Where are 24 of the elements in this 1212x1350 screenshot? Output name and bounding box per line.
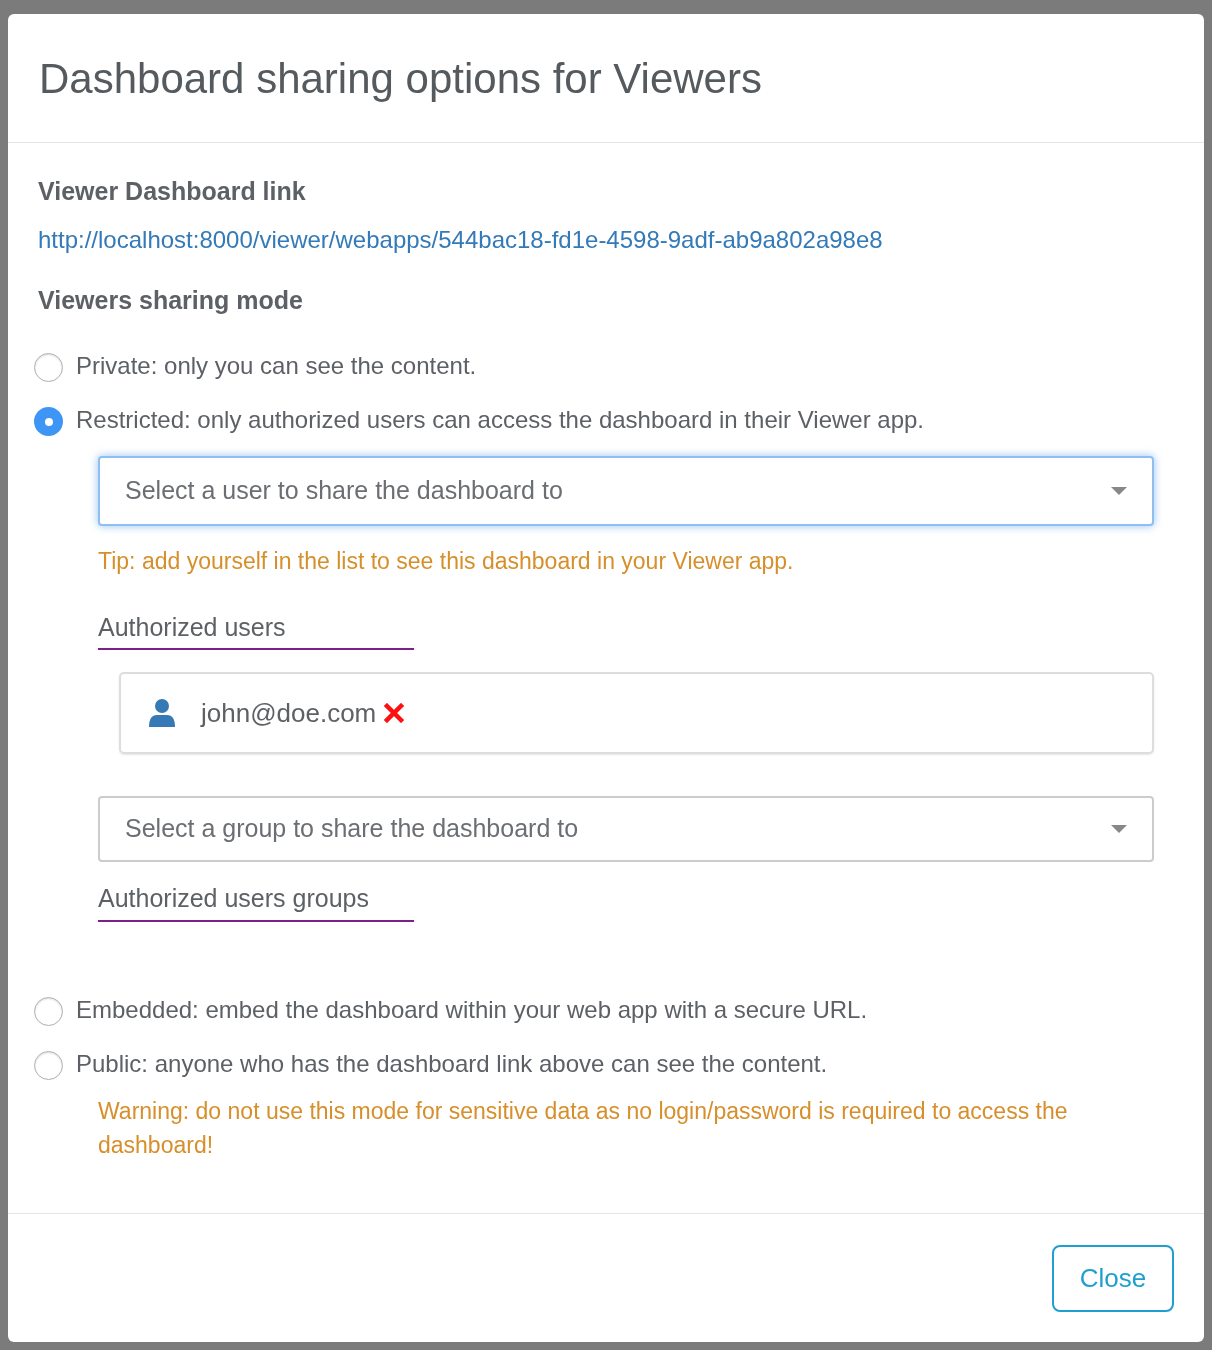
- warning-text: Warning: do not use this mode for sensitive data as no login/password is required to access the dashboard!: [98, 1096, 1069, 1160]
- remove-icon[interactable]: [384, 703, 405, 723]
- radio-label: Private: only you can see the content.: [76, 351, 477, 381]
- radio-label: Embedded: embed the dashboard within your web app with a secure URL.: [76, 994, 868, 1025]
- dialog-title: Dashboard sharing options for Viewers: [39, 53, 762, 104]
- radio-label: Restricted: only authorized users can access the dashboard in their Viewer app.: [76, 405, 925, 435]
- section-heading: Viewer Dashboard link: [38, 176, 307, 207]
- radio-label: Public: anyone who has the dashboard link above can see the content.: [76, 1048, 828, 1079]
- close-button[interactable]: Close: [1052, 1244, 1174, 1312]
- dropdown-caret-icon[interactable]: [1111, 825, 1127, 833]
- tip-text: Tip: add yourself in the list to see this dashboard in your Viewer app.: [98, 547, 794, 576]
- radio-button[interactable]: [34, 1050, 63, 1080]
- user-icon: [149, 699, 175, 727]
- section-heading: Viewers sharing mode: [38, 285, 304, 316]
- select-field[interactable]: Select a user to share the dashboard to: [98, 456, 1154, 526]
- user-email: john@doe.com: [201, 696, 377, 730]
- dashboard-link[interactable]: http://localhost:8000/viewer/webapps/544bac18-fd1e-4598-9adf-ab9a802a98e8: [38, 222, 883, 258]
- radio-button[interactable]: [34, 353, 63, 382]
- radio-button[interactable]: [34, 407, 63, 436]
- list-heading: Authorized users groups: [98, 880, 414, 922]
- select-field[interactable]: Select a group to share the dashboard to: [98, 796, 1154, 862]
- dropdown-caret-icon[interactable]: [1111, 487, 1127, 495]
- list-heading: Authorized users: [98, 608, 414, 650]
- radio-button[interactable]: [34, 996, 63, 1026]
